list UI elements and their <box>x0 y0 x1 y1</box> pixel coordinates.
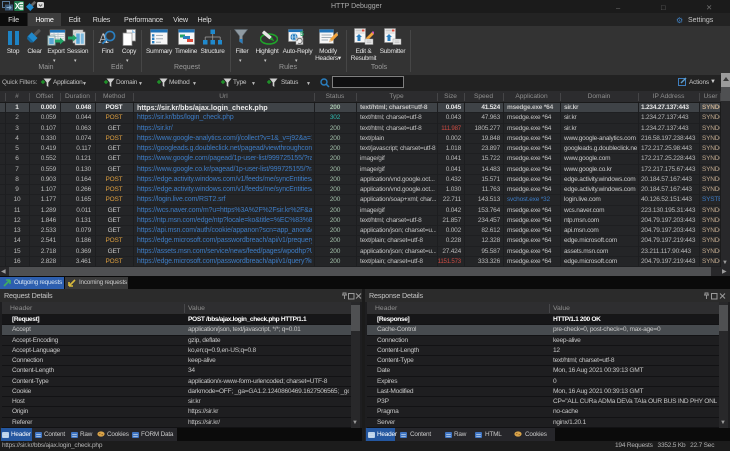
svg-text:X: X <box>15 2 21 11</box>
svg-text:5: 5 <box>300 31 304 38</box>
